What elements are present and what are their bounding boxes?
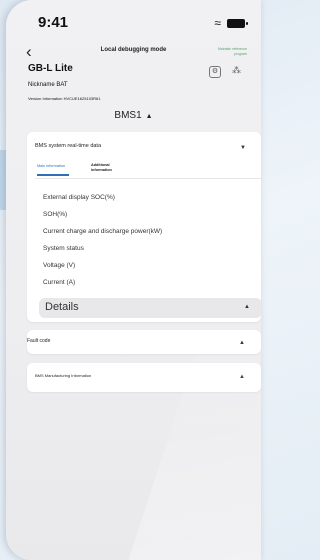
manufacturing-info-section[interactable]: BMS Manufacturing Information ▲ <box>27 363 261 392</box>
status-bar: 9:41 ≈ <box>6 14 261 34</box>
caret-up-icon: ▲ <box>244 304 250 310</box>
field-power: Current charge and discharge power(kW) <box>43 228 163 235</box>
tab-main-information[interactable]: Main information <box>37 164 70 175</box>
manufacturing-info-label: BMS Manufacturing Information <box>35 373 92 378</box>
phone-screen: 9:41 ≈ ‹ Local debugging mode Maintain r… <box>6 0 261 560</box>
realtime-data-title: BMS system real-time data <box>35 143 102 149</box>
field-voltage: Voltage (V) <box>43 262 76 269</box>
status-icons: ≈ <box>214 16 248 30</box>
tab-additional-information[interactable]: Additional information <box>91 163 121 172</box>
details-label: Details <box>45 301 79 313</box>
battery-icon <box>227 18 248 28</box>
navigation-bar: ‹ Local debugging mode Maintain referenc… <box>6 42 261 64</box>
fault-code-label: Fault code <box>27 338 51 344</box>
bms-selector-label: BMS1 <box>114 110 142 121</box>
fault-code-section[interactable]: Fault code ▲ <box>27 330 261 354</box>
field-system-status: System status <box>43 245 84 252</box>
field-soh: SOH(%) <box>43 211 68 218</box>
maintain-reference-link[interactable]: Maintain reference program <box>207 47 247 57</box>
caret-up-icon: ▲ <box>145 113 153 120</box>
field-external-soc: External display SOC(%) <box>43 194 115 201</box>
device-nickname: Nickname BAT <box>28 82 68 88</box>
info-tabs: Main information Additional information <box>35 162 261 179</box>
version-info: Version Information HVCUE1625103R61 <box>28 96 101 101</box>
device-name: GB-L Lite <box>28 63 73 74</box>
caret-up-icon: ▲ <box>239 340 245 346</box>
caret-up-icon: ▲ <box>239 374 245 380</box>
gear-icon[interactable]: ⚙ <box>209 66 221 78</box>
caret-down-icon[interactable]: ▼ <box>240 145 246 151</box>
details-toggle[interactable]: Details ▲ <box>39 298 261 318</box>
status-time: 9:41 <box>38 14 69 31</box>
wifi-icon: ≈ <box>214 16 221 30</box>
realtime-data-card: BMS system real-time data ▼ Main informa… <box>27 132 261 322</box>
field-list: External display SOC(%) SOH(%) Current c… <box>43 194 162 296</box>
field-current: Current (A) <box>43 279 76 286</box>
bms-selector[interactable]: BMS1 ▲ <box>6 110 261 121</box>
bluetooth-icon[interactable]: ⁂ <box>232 65 241 76</box>
